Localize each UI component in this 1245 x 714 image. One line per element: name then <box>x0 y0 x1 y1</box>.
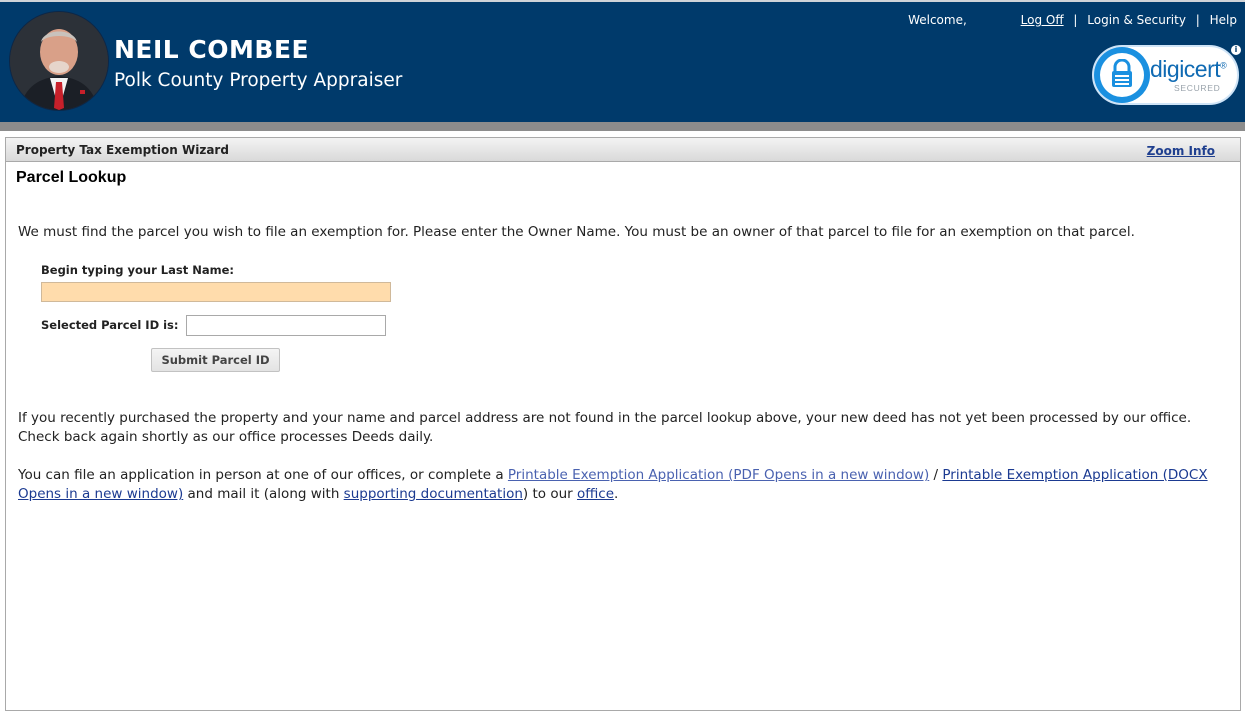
digicert-secured: SECURED <box>1174 83 1221 93</box>
last-name-input[interactable] <box>41 282 391 302</box>
portrait-image <box>10 12 108 110</box>
panel-title: Property Tax Exemption Wizard <box>16 143 229 157</box>
lock-icon <box>1112 59 1132 87</box>
file-text: ) to our <box>522 486 577 502</box>
file-application-text: You can file an application in person at… <box>18 466 1228 504</box>
parcel-id-label: Selected Parcel ID is: <box>41 318 179 332</box>
top-links: Welcome, Log Off | Login & Security | He… <box>908 13 1237 27</box>
site-subtitle: Polk County Property Appraiser <box>114 70 403 91</box>
wizard-panel: Property Tax Exemption Wizard Zoom Info … <box>5 137 1241 711</box>
parcel-id-field[interactable] <box>186 315 386 336</box>
last-name-label: Begin typing your Last Name: <box>41 263 234 277</box>
notice-text: If you recently purchased the property a… <box>18 410 1192 445</box>
office-link[interactable]: office <box>577 486 614 502</box>
file-text: / <box>929 467 943 483</box>
welcome-text: Welcome, <box>908 13 967 27</box>
digicert-seal[interactable]: digicert® SECURED <box>1092 45 1239 105</box>
file-text: You can file an application in person at… <box>18 467 508 483</box>
zoom-info-link[interactable]: Zoom Info <box>1147 144 1215 158</box>
panel-header: Property Tax Exemption Wizard Zoom Info <box>6 138 1240 162</box>
file-text: . <box>614 486 619 502</box>
site-header: NEIL COMBEE Polk County Property Apprais… <box>0 2 1245 122</box>
login-security-link[interactable]: Login & Security <box>1087 13 1186 27</box>
separator: | <box>1195 13 1200 27</box>
site-title: NEIL COMBEE <box>114 35 310 64</box>
avatar <box>9 11 109 111</box>
submit-parcel-button[interactable]: Submit Parcel ID <box>151 348 280 372</box>
page-title: Parcel Lookup <box>16 169 127 186</box>
separator: | <box>1073 13 1078 27</box>
logoff-link[interactable]: Log Off <box>1021 13 1064 27</box>
info-icon[interactable]: i <box>1231 45 1241 55</box>
file-text: and mail it (along with <box>183 486 344 502</box>
intro-text: We must find the parcel you wish to file… <box>18 224 1135 240</box>
pdf-application-link[interactable]: Printable Exemption Application (PDF Ope… <box>508 467 929 483</box>
header-band <box>0 122 1245 131</box>
help-link[interactable]: Help <box>1210 13 1237 27</box>
supporting-docs-link[interactable]: supporting documentation <box>344 486 523 502</box>
digicert-name: digicert® <box>1150 56 1227 82</box>
